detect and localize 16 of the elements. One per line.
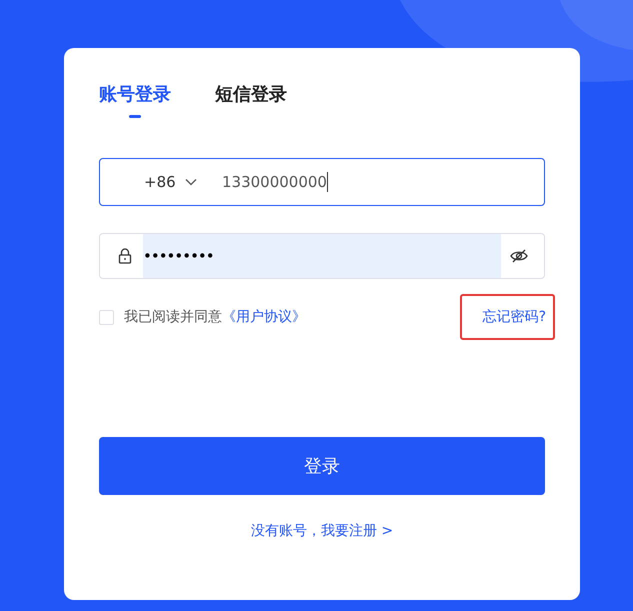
agreement-text: 我已阅读并同意 [124,308,222,326]
password-value: ••••••••• [143,234,501,278]
password-field[interactable]: ••••••••• [99,233,545,279]
phone-number-text: 13300000000 [222,173,327,191]
agreement-checkbox[interactable] [99,310,114,324]
user-agreement-link[interactable]: 《用户协议》 [222,308,306,326]
forgot-password-link[interactable]: 忘记密码? [460,294,555,340]
phone-field[interactable]: +86 13300000000 [99,158,545,206]
country-code-dropdown[interactable]: +86 [144,173,222,191]
lock-icon [118,248,132,264]
chevron-down-icon [184,178,197,186]
login-tab[interactable]: 账号登录 [99,82,171,120]
login-button[interactable]: 登录 [99,437,545,495]
login-tab[interactable]: 短信登录 [215,82,287,120]
register-link[interactable]: 没有账号，我要注册 > [250,522,394,540]
eye-slash-icon[interactable] [510,249,528,263]
